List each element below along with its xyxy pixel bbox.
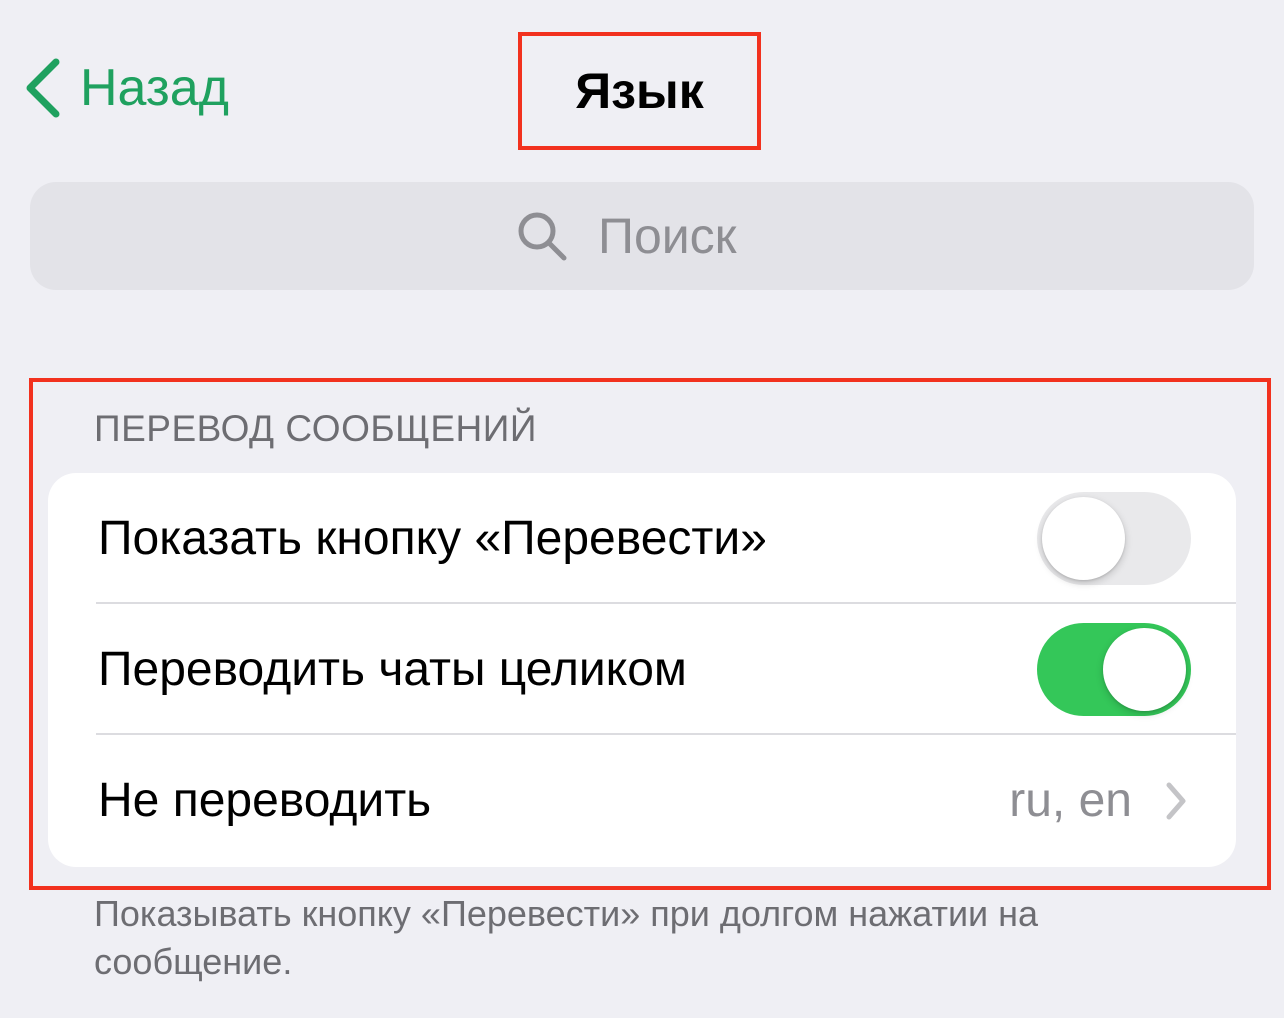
row-label: Показать кнопку «Перевести» <box>98 512 767 565</box>
language-settings-screen: Назад Язык ПЕРЕВОД СООБЩЕНИЙ Показать кн… <box>0 0 1284 1018</box>
back-label: Назад <box>80 59 229 117</box>
do-not-translate-value: ru, en <box>1009 774 1132 827</box>
title-highlight: Язык <box>518 32 761 150</box>
back-button[interactable]: Назад <box>22 52 229 124</box>
show-translate-button-toggle[interactable] <box>1037 492 1191 585</box>
row-label: Переводить чаты целиком <box>98 643 687 696</box>
row-do-not-translate[interactable]: Не переводить ru, en <box>48 735 1236 866</box>
settings-card: Показать кнопку «Перевести» Переводить ч… <box>48 473 1236 867</box>
row-show-translate-button[interactable]: Показать кнопку «Перевести» <box>48 473 1236 604</box>
search-input[interactable] <box>598 207 768 265</box>
toggle-knob <box>1103 628 1186 711</box>
section-footer-note: Показывать кнопку «Перевести» при долгом… <box>94 893 1039 982</box>
row-label: Не переводить <box>98 774 432 827</box>
section-header: ПЕРЕВОД СООБЩЕНИЙ <box>94 408 537 449</box>
translate-whole-chats-toggle[interactable] <box>1037 623 1191 716</box>
page-title: Язык <box>575 63 704 119</box>
search-bar[interactable] <box>30 182 1254 290</box>
chevron-left-icon <box>26 58 60 118</box>
toggle-knob <box>1042 497 1125 580</box>
chevron-right-icon <box>1166 782 1186 819</box>
row-translate-whole-chats[interactable]: Переводить чаты целиком <box>48 604 1236 735</box>
search-icon <box>518 212 567 261</box>
